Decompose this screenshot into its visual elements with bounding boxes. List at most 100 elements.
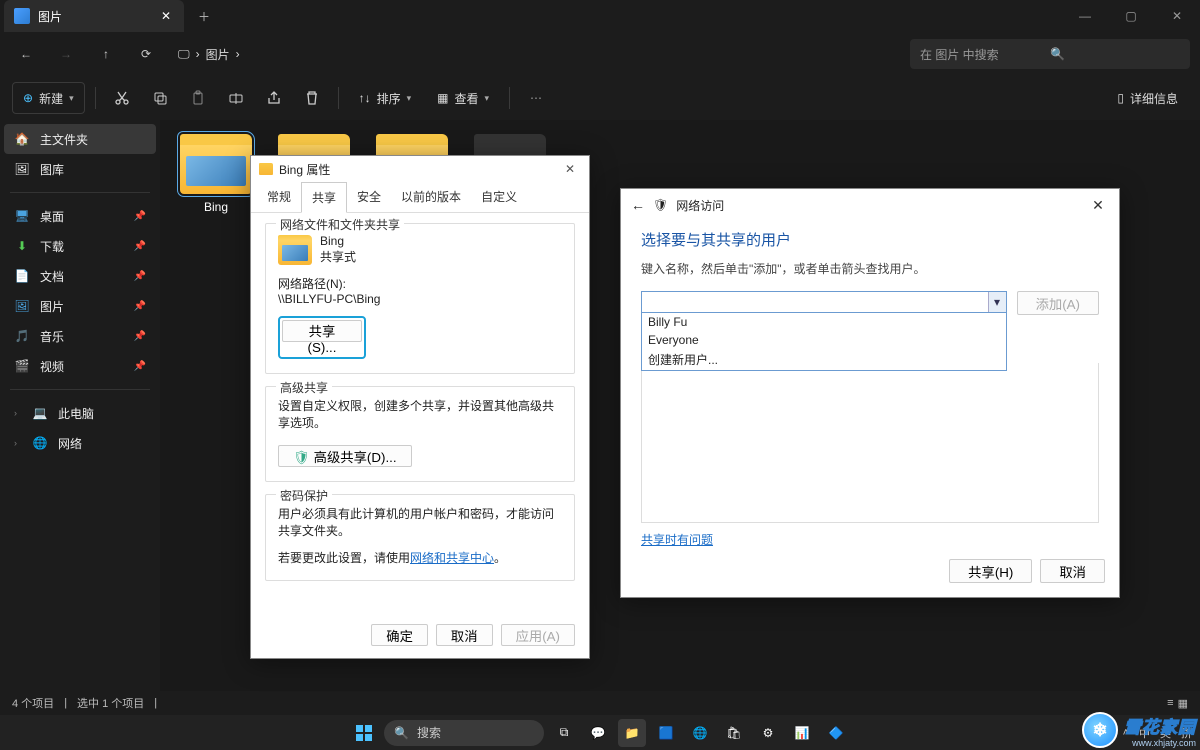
more-button[interactable]: ⋯ — [520, 82, 552, 114]
forward-button[interactable]: → — [50, 38, 82, 70]
folder-thumb — [180, 134, 252, 194]
dialog-instruction: 键入名称，然后单击"添加"，或者单击箭头查找用户。 — [641, 260, 1099, 277]
taskbar: 🔍搜索 ⧉ 💬 📁 🟦 🌐 🛍 ⚙ 📊 🔷 ˄ 中 英 拼 — [0, 715, 1200, 750]
cut-button[interactable] — [106, 82, 138, 114]
tab-share[interactable]: 共享 — [301, 182, 347, 213]
sidebar-item-pictures[interactable]: 🖼图片📌 — [4, 291, 156, 321]
sidebar-item-gallery[interactable]: 🖼 图库 — [4, 154, 156, 184]
dialog-titlebar[interactable]: Bing 属性 ✕ — [251, 156, 589, 182]
taskbar-explorer[interactable]: 📁 — [618, 719, 646, 747]
new-tab-button[interactable]: ＋ — [190, 2, 218, 30]
tab-close-icon[interactable]: ✕ — [158, 8, 174, 24]
close-button[interactable]: ✕ — [1087, 197, 1109, 214]
sidebar-label: 下载 — [40, 238, 64, 255]
dropdown-button[interactable]: ▾ — [988, 292, 1006, 312]
sort-button[interactable]: ↑↓ 排序 ▾ — [349, 82, 422, 114]
cancel-button[interactable]: 取消 — [1040, 559, 1105, 583]
up-button[interactable]: ↑ — [90, 38, 122, 70]
tab-security[interactable]: 安全 — [347, 182, 391, 212]
cancel-button[interactable]: 取消 — [436, 624, 493, 646]
ok-button[interactable]: 确定 — [371, 624, 428, 646]
dropdown-option[interactable]: Everyone — [642, 331, 1006, 349]
folder-status: 共享式 — [320, 248, 356, 265]
search-placeholder: 在 图片 中搜索 — [920, 46, 1050, 63]
sidebar-item-music[interactable]: 🎵音乐📌 — [4, 321, 156, 351]
share-button[interactable]: 共享(H) — [949, 559, 1032, 583]
chevron-right-icon: › — [236, 47, 240, 61]
taskbar-edge[interactable]: 🌐 — [686, 719, 714, 747]
tab-versions[interactable]: 以前的版本 — [391, 182, 471, 212]
sidebar-item-desktop[interactable]: 🖥桌面📌 — [4, 201, 156, 231]
taskbar-store[interactable]: 🛍 — [720, 719, 748, 747]
new-button[interactable]: ⊕ 新建 ▾ — [12, 82, 85, 114]
taskbar-app[interactable]: 🔷 — [822, 719, 850, 747]
paste-button[interactable] — [182, 82, 214, 114]
tab-general[interactable]: 常规 — [257, 182, 301, 212]
back-button[interactable]: ← — [631, 197, 645, 213]
sidebar-item-home[interactable]: 🏠主文件夹 — [4, 124, 156, 154]
dropdown-option[interactable]: Billy Fu — [642, 313, 1006, 331]
details-icon: ▯ — [1117, 91, 1124, 105]
sidebar-item-network[interactable]: ›🌐网络 — [4, 428, 156, 458]
sidebar-item-downloads[interactable]: ⬇下载📌 — [4, 231, 156, 261]
pin-icon: 📌 — [134, 361, 146, 372]
details-pane-button[interactable]: ▯ 详细信息 — [1107, 82, 1188, 114]
gallery-icon: 🖼 — [14, 161, 30, 177]
network-center-link[interactable]: 网络和共享中心 — [410, 551, 494, 565]
sidebar-item-documents[interactable]: 📄文档📌 — [4, 261, 156, 291]
pin-icon: 📌 — [134, 301, 146, 312]
add-button[interactable]: 添加(A) — [1017, 291, 1099, 315]
dialog-titlebar[interactable]: ← 🛡 网络访问 ✕ — [621, 189, 1119, 221]
users-list[interactable] — [641, 363, 1099, 523]
taskbar-app[interactable]: 📊 — [788, 719, 816, 747]
taskbar-search[interactable]: 🔍搜索 — [384, 720, 544, 746]
refresh-button[interactable]: ⟳ — [130, 38, 162, 70]
dropdown-option[interactable]: 创建新用户... — [642, 349, 1006, 370]
shield-icon: 🛡 — [293, 450, 310, 465]
sidebar: 🏠主文件夹 🖼图库 🖥桌面📌 ⬇下载📌 📄文档📌 🖼图片📌 🎵音乐📌 🎬视频📌 … — [0, 120, 160, 691]
search-input[interactable]: 在 图片 中搜索 🔍 — [910, 39, 1190, 69]
grid-view-button[interactable]: ▦ — [1178, 697, 1188, 710]
close-button[interactable]: ✕ — [559, 162, 581, 176]
group-advanced-share: 高级共享 设置自定义权限，创建多个共享，并设置其他高级共享选项。 🛡 高级共享(… — [265, 386, 575, 482]
group-title: 网络文件和文件夹共享 — [276, 216, 404, 233]
sidebar-item-thispc[interactable]: ›💻此电脑 — [4, 398, 156, 428]
sidebar-item-videos[interactable]: 🎬视频📌 — [4, 351, 156, 381]
start-button[interactable] — [350, 719, 378, 747]
help-link[interactable]: 共享时有问题 — [641, 533, 713, 547]
back-button[interactable]: ← — [10, 38, 42, 70]
tab-pictures[interactable]: 图片 ✕ — [4, 0, 184, 32]
sort-icon: ↑↓ — [359, 91, 371, 105]
text: 若要更改此设置，请使用 — [278, 551, 410, 565]
view-button[interactable]: ▦ 查看 ▾ — [427, 82, 499, 114]
taskbar-app[interactable]: ⚙ — [754, 719, 782, 747]
breadcrumb[interactable]: 🖵 › 图片 › — [170, 46, 248, 63]
share-button[interactable] — [258, 82, 290, 114]
dialog-title: 网络访问 — [676, 197, 724, 214]
copy-button[interactable] — [144, 82, 176, 114]
list-view-button[interactable]: ≡ — [1167, 697, 1173, 710]
task-view-button[interactable]: ⧉ — [550, 719, 578, 747]
maximize-button[interactable]: ▢ — [1108, 0, 1154, 32]
sidebar-label: 图库 — [40, 161, 64, 178]
chevron-right-icon: › — [14, 438, 22, 448]
tab-custom[interactable]: 自定义 — [471, 182, 527, 212]
folder-bing[interactable]: Bing — [174, 134, 258, 214]
taskbar-app[interactable]: 🟦 — [652, 719, 680, 747]
rename-button[interactable] — [220, 82, 252, 114]
breadcrumb-item[interactable]: 图片 — [206, 46, 230, 63]
statusbar: 4 个项目 | 选中 1 个项目 | ≡ ▦ — [0, 691, 1200, 715]
close-button[interactable]: ✕ — [1154, 0, 1200, 32]
advanced-share-button[interactable]: 🛡 高级共享(D)... — [278, 445, 412, 467]
taskbar-app[interactable]: 💬 — [584, 719, 612, 747]
separator — [95, 87, 96, 109]
watermark: ❄ 雪花家园 www.xhjaty.com — [1078, 710, 1200, 750]
delete-button[interactable] — [296, 82, 328, 114]
netpath-label: 网络路径(N): — [278, 275, 562, 292]
watermark-text: 雪花家园 — [1124, 718, 1196, 737]
user-input[interactable] — [641, 291, 1007, 313]
minimize-button[interactable]: — — [1062, 0, 1108, 32]
apply-button[interactable]: 应用(A) — [501, 624, 575, 646]
monitor-icon: 🖵 — [178, 47, 190, 62]
share-button[interactable]: 共享(S)... — [282, 320, 362, 342]
